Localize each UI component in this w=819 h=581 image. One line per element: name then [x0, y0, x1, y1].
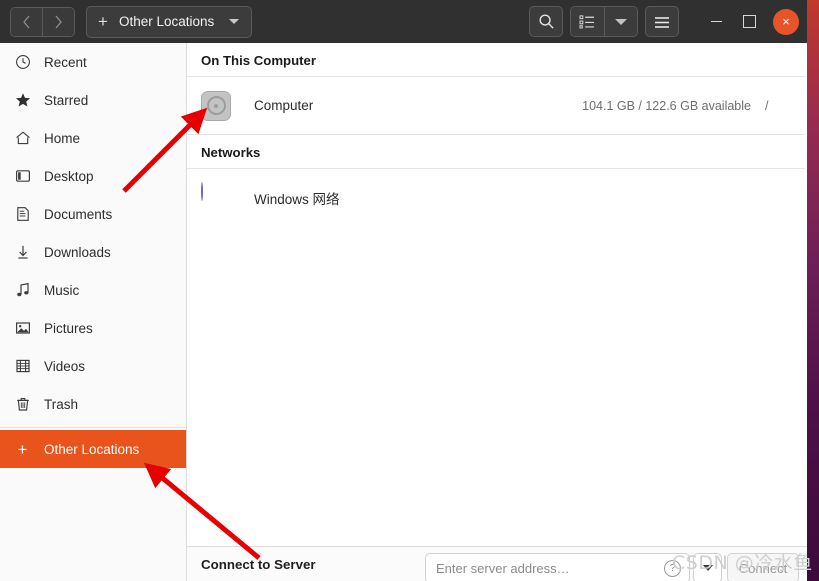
film-icon [14, 358, 31, 375]
network-globe-icon [201, 181, 231, 213]
main-menu-button[interactable] [645, 6, 679, 37]
chevron-right-icon [55, 15, 62, 28]
files-window: + Other Locations × Recent Starred Home … [0, 0, 807, 581]
chevron-down-icon [229, 19, 240, 24]
sidebar-item-label: Downloads [44, 244, 111, 260]
list-view-icon [579, 15, 595, 29]
view-options-group [570, 6, 638, 37]
plus-icon: + [17, 439, 28, 459]
list-item-computer[interactable]: Computer 104.1 GB / 122.6 GB available / [187, 77, 807, 134]
music-note-icon [14, 282, 31, 299]
location-name: Windows 网络 [254, 191, 340, 207]
search-button[interactable] [529, 6, 563, 37]
search-icon [538, 14, 554, 29]
sidebar-item-home[interactable]: Home [0, 119, 186, 157]
location-capacity: 104.1 GB / 122.6 GB available [582, 98, 751, 113]
star-icon [14, 92, 31, 109]
path-bar-other-locations[interactable]: + Other Locations [86, 5, 253, 38]
close-icon: × [782, 14, 790, 29]
document-icon [14, 206, 31, 223]
sidebar-item-label: Other Locations [44, 441, 140, 457]
headerbar-right-group: × [529, 6, 807, 37]
picture-icon [14, 320, 31, 337]
close-button[interactable]: × [773, 8, 799, 35]
sidebar-item-label: Trash [44, 396, 79, 412]
desktop-wallpaper-strip [805, 0, 819, 581]
navigation-buttons [10, 6, 75, 37]
sidebar-item-downloads[interactable]: Downloads [0, 233, 186, 271]
sidebar-item-documents[interactable]: Documents [0, 195, 186, 233]
sidebar-item-trash[interactable]: Trash [0, 385, 186, 423]
download-icon [14, 244, 31, 261]
sidebar-item-label: Desktop [44, 168, 94, 184]
maximize-button[interactable] [736, 9, 762, 35]
sidebar-item-starred[interactable]: Starred [0, 81, 186, 119]
view-dropdown-button[interactable] [605, 7, 637, 36]
watermark: CSDN @冷水鱼 [672, 552, 813, 574]
path-plus-icon: + [98, 12, 108, 31]
sidebar-divider [0, 427, 186, 428]
list-item-windows-network[interactable]: Windows 网络 [187, 169, 807, 226]
forward-button[interactable] [43, 7, 74, 36]
location-mountpoint: / [765, 98, 769, 113]
disc-drive-icon [201, 90, 231, 121]
minimize-icon [710, 20, 722, 23]
sidebar-item-label: Documents [44, 206, 113, 222]
section-heading-on-this-computer: On This Computer [201, 53, 317, 68]
sidebar-item-label: Music [44, 282, 80, 298]
maximize-icon [742, 15, 756, 28]
hamburger-menu-icon [655, 16, 669, 28]
server-address-placeholder: Enter server address… [436, 560, 570, 576]
sidebar-item-other-locations[interactable]: + Other Locations [0, 430, 186, 468]
sidebar-item-label: Videos [44, 358, 86, 374]
locations-list: On This Computer Computer 104.1 GB / 122… [187, 43, 807, 581]
sidebar-item-music[interactable]: Music [0, 271, 186, 309]
chevron-down-icon [615, 18, 627, 25]
places-sidebar: Recent Starred Home Desktop Documents Do… [0, 43, 187, 581]
back-button[interactable] [11, 7, 43, 36]
sidebar-item-label: Recent [44, 54, 87, 70]
sidebar-item-label: Starred [44, 92, 89, 108]
screenshot-root: + Other Locations × Recent Starred Home … [0, 0, 819, 581]
server-address-input[interactable]: Enter server address… ? [425, 553, 690, 581]
clock-icon [14, 54, 31, 71]
sidebar-item-recent[interactable]: Recent [0, 43, 186, 81]
connect-to-server-label: Connect to Server [201, 556, 316, 572]
home-icon [14, 130, 31, 147]
trash-icon [14, 396, 31, 413]
window-headerbar: + Other Locations × [0, 0, 807, 44]
sidebar-item-videos[interactable]: Videos [0, 347, 186, 385]
section-heading-networks: Networks [201, 145, 261, 160]
location-name: Computer [254, 98, 314, 113]
desktop-icon [14, 168, 31, 185]
sidebar-item-label: Pictures [44, 320, 93, 336]
headerbar-left-group: + Other Locations [0, 5, 253, 38]
path-bar-label: Other Locations [118, 14, 215, 29]
sidebar-item-label: Home [44, 130, 81, 146]
sidebar-item-pictures[interactable]: Pictures [0, 309, 186, 347]
chevron-left-icon [23, 15, 30, 28]
sidebar-item-desktop[interactable]: Desktop [0, 157, 186, 195]
list-view-button[interactable] [571, 7, 605, 36]
minimize-button[interactable] [703, 9, 729, 35]
